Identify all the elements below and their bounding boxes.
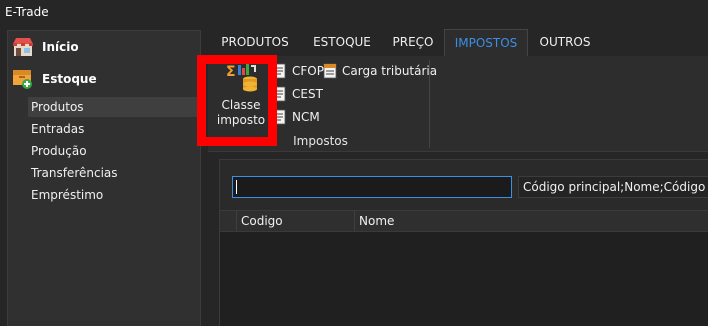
text-caret xyxy=(236,180,237,194)
sidebar-item-producao[interactable]: Produção xyxy=(28,141,200,161)
sidebar-item-produtos[interactable]: Produtos xyxy=(28,97,200,117)
tab-impostos[interactable]: IMPOSTOS xyxy=(444,29,528,56)
ribbon-tabs: PRODUTOS ESTOQUE PREÇO IMPOSTOS OUTROS xyxy=(208,26,708,56)
cest-label: CEST xyxy=(292,87,323,101)
sidebar-item-transferencias[interactable]: Transferências xyxy=(28,163,200,183)
sidebar-panel: Início Estoque Produtos Entradas Produçã… xyxy=(7,30,201,326)
ribbon-group-label: Impostos xyxy=(293,134,348,148)
carga-tributaria-label: Carga tributária xyxy=(342,64,438,78)
tab-estoque[interactable]: ESTOQUE xyxy=(302,29,382,56)
tab-outros[interactable]: OUTROS xyxy=(530,29,600,56)
carga-tributaria-button[interactable]: Carga tributária xyxy=(322,61,437,81)
ncm-button[interactable]: NCM xyxy=(272,107,320,127)
sidebar-section-label: Início xyxy=(42,40,79,54)
grid-body[interactable] xyxy=(220,232,708,326)
search-panel: Código principal;Nome;Código fabr Codigo… xyxy=(219,159,708,326)
sidebar-item-entradas[interactable]: Entradas xyxy=(28,119,200,139)
ribbon-panel: Σ Classe imposto CFOP Carga tributária C… xyxy=(208,56,708,152)
store-icon xyxy=(13,38,33,56)
sidebar-item-emprestimo[interactable]: Empréstimo xyxy=(28,185,200,205)
ribbon-separator xyxy=(429,60,430,148)
main-content: Código principal;Nome;Código fabr Codigo… xyxy=(208,152,708,326)
column-header-nome[interactable]: Nome xyxy=(354,211,708,231)
inventory-add-icon xyxy=(13,70,32,89)
sidebar-section-label: Estoque xyxy=(42,72,97,86)
title-bar: E-Trade xyxy=(0,0,708,26)
grid-header: Codigo Nome xyxy=(220,210,708,232)
cest-button[interactable]: CEST xyxy=(272,84,323,104)
sidebar: Início Estoque Produtos Entradas Produçã… xyxy=(0,26,208,326)
sidebar-section-estoque[interactable]: Estoque xyxy=(12,68,97,90)
ncm-label: NCM xyxy=(292,110,320,124)
cfop-label: CFOP xyxy=(292,64,324,78)
tab-preco[interactable]: PREÇO xyxy=(384,29,442,56)
search-fields-select[interactable]: Código principal;Nome;Código fabr xyxy=(518,176,708,198)
search-input[interactable] xyxy=(232,176,512,198)
sidebar-section-inicio[interactable]: Início xyxy=(12,36,79,58)
tax-load-icon xyxy=(323,63,337,79)
cfop-button[interactable]: CFOP xyxy=(272,61,324,81)
tab-produtos[interactable]: PRODUTOS xyxy=(212,29,298,56)
window-title: E-Trade xyxy=(5,5,49,19)
column-header-codigo[interactable]: Codigo xyxy=(236,211,354,231)
highlight-box xyxy=(197,55,277,146)
